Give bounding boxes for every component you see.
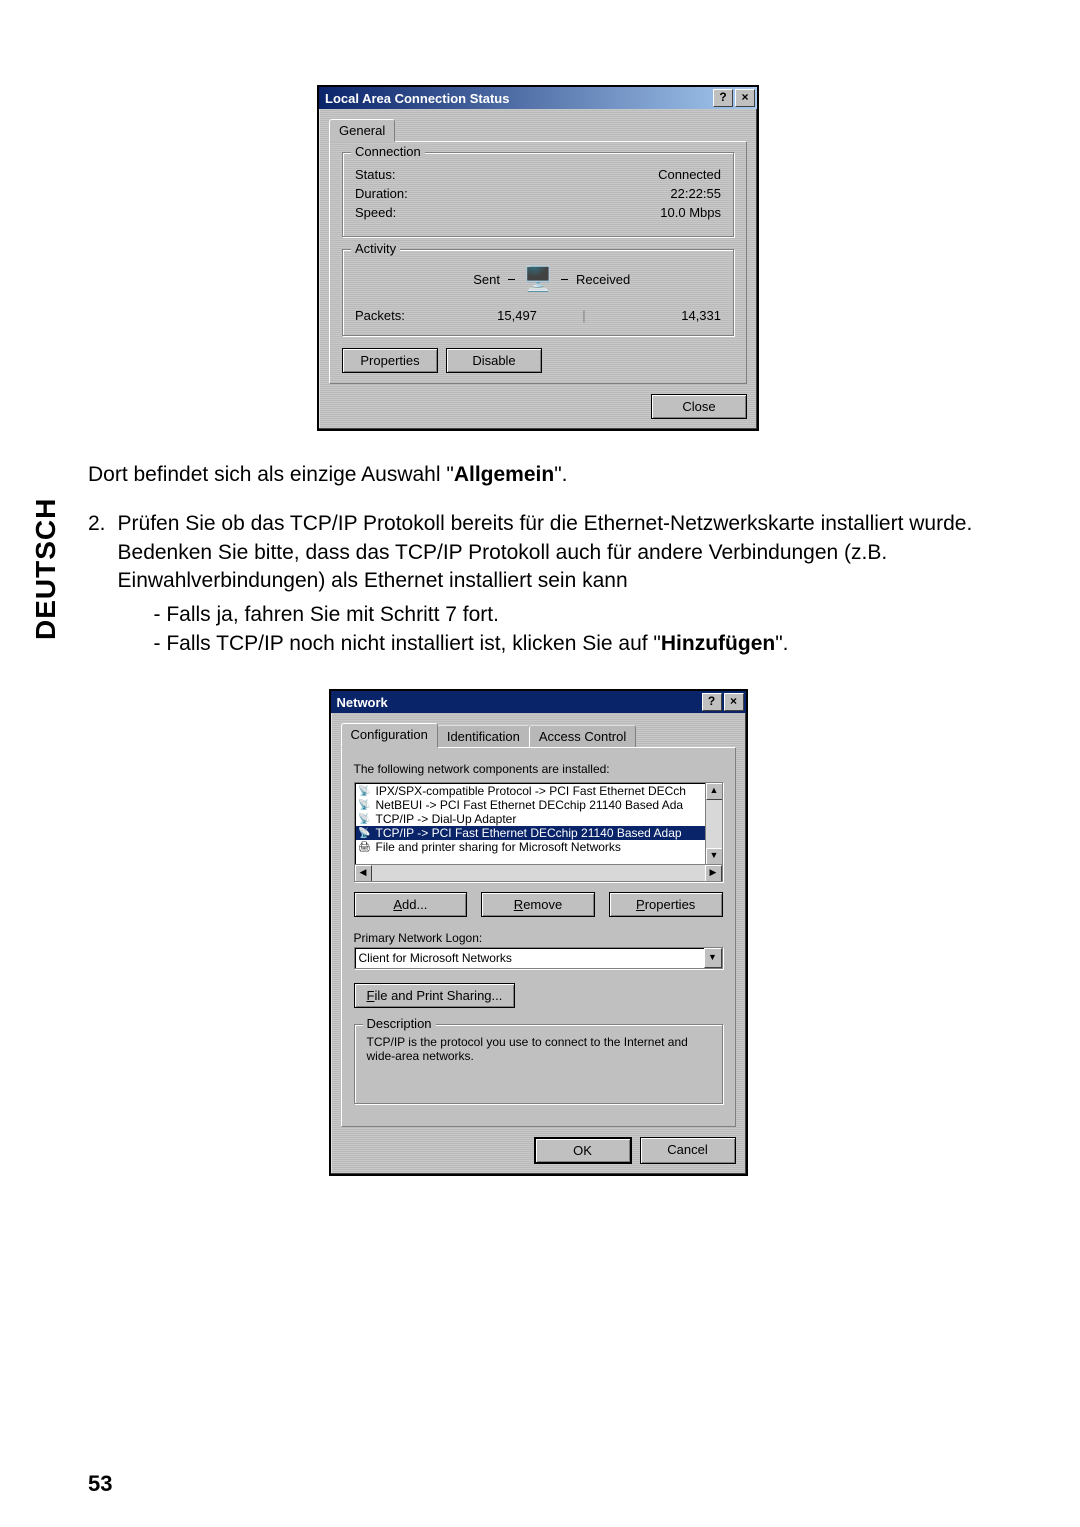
tab-panel: Connection Status: Connected Duration: 22:…: [329, 141, 747, 384]
primary-logon-dropdown[interactable]: Client for Microsoft Networks ▼: [354, 947, 723, 969]
close-icon[interactable]: ×: [735, 89, 755, 107]
components-label: The following network components are ins…: [354, 762, 723, 776]
network-icon: 🖥️: [523, 264, 553, 294]
primary-logon-label: Primary Network Logon:: [354, 931, 723, 945]
list-item-selected[interactable]: 📡TCP/IP -> PCI Fast Ethernet DECchip 211…: [356, 826, 721, 840]
bullet-1: Falls ja, fahren Sie mit Schritt 7 fort.: [154, 601, 988, 629]
tab-identification[interactable]: Identification: [437, 725, 530, 747]
step-2-text: Prüfen Sie ob das TCP/IP Protokoll berei…: [118, 512, 973, 592]
scroll-left-icon[interactable]: ◀: [355, 865, 372, 882]
scroll-right-icon[interactable]: ▶: [705, 865, 722, 882]
vertical-scrollbar[interactable]: ▲ ▼: [705, 783, 722, 865]
speed-value: 10.0 Mbps: [660, 205, 721, 220]
list-step-2: 2. Prüfen Sie ob das TCP/IP Protokoll be…: [88, 510, 988, 679]
group-label: Connection: [351, 144, 425, 159]
protocol-icon: 📡: [358, 784, 372, 798]
list-item[interactable]: 🖨File and printer sharing for Microsoft …: [356, 840, 721, 854]
packets-sent: 15,497: [447, 308, 537, 323]
list-number: 2.: [88, 510, 106, 679]
protocol-icon: 📡: [358, 812, 372, 826]
help-icon[interactable]: ?: [702, 693, 722, 711]
titlebar: Local Area Connection Status ? ×: [319, 87, 757, 109]
activity-group: Activity Sent 🖥️ Received Packets: 15,49…: [342, 249, 734, 336]
status-label: Status:: [355, 167, 395, 182]
remove-button[interactable]: RemoveRemove: [481, 892, 595, 917]
description-text: TCP/IP is the protocol you use to connec…: [367, 1035, 710, 1063]
protocol-icon: 📡: [358, 826, 372, 840]
service-icon: 🖨: [358, 840, 372, 854]
side-language-label: DEUTSCH: [30, 498, 62, 640]
components-list[interactable]: 📡IPX/SPX-compatible Protocol -> PCI Fast…: [354, 782, 723, 882]
speed-label: Speed:: [355, 205, 396, 220]
list-item[interactable]: 📡TCP/IP -> Dial-Up Adapter: [356, 812, 721, 826]
dialog-title: Network: [337, 695, 388, 710]
close-button[interactable]: Close: [651, 394, 747, 419]
tab-panel: The following network components are ins…: [341, 747, 736, 1127]
cancel-button[interactable]: Cancel: [640, 1137, 736, 1164]
ok-button[interactable]: OK: [534, 1137, 632, 1164]
network-dialog: Network ? × Configuration Identification…: [329, 689, 748, 1176]
group-label: Activity: [351, 241, 400, 256]
duration-label: Duration:: [355, 186, 408, 201]
file-print-sharing-button[interactable]: File and Print Sharing...File and Print …: [354, 983, 516, 1008]
dropdown-value: Client for Microsoft Networks: [355, 951, 704, 965]
duration-value: 22:22:55: [670, 186, 721, 201]
chevron-down-icon[interactable]: ▼: [704, 948, 722, 968]
list-item[interactable]: 📡IPX/SPX-compatible Protocol -> PCI Fast…: [356, 784, 721, 798]
status-value: Connected: [658, 167, 721, 182]
tab-general[interactable]: General: [329, 119, 395, 142]
add-button[interactable]: AAdd...dd...: [354, 892, 468, 917]
sent-label: Sent: [430, 272, 500, 287]
disable-button[interactable]: Disable: [446, 348, 542, 373]
connection-status-dialog: Local Area Connection Status ? × General…: [317, 85, 759, 431]
scroll-down-icon[interactable]: ▼: [706, 848, 723, 865]
bullet-2: Falls TCP/IP noch nicht installiert ist,…: [154, 630, 988, 658]
protocol-icon: 📡: [358, 798, 372, 812]
packets-received: 14,331: [631, 308, 721, 323]
tab-configuration[interactable]: Configuration: [341, 723, 438, 748]
close-icon[interactable]: ×: [724, 693, 744, 711]
connection-group: Connection Status:Connected Duration:22:…: [342, 152, 734, 237]
received-label: Received: [576, 272, 646, 287]
properties-button[interactable]: PropertiesProperties: [609, 892, 723, 917]
paragraph-1: Dort befindet sich als einzige Auswahl "…: [88, 461, 988, 489]
titlebar: Network ? ×: [331, 691, 746, 713]
scroll-up-icon[interactable]: ▲: [706, 783, 723, 800]
tab-access-control[interactable]: Access Control: [529, 725, 636, 747]
help-icon[interactable]: ?: [713, 89, 733, 107]
description-group: Description TCP/IP is the protocol you u…: [354, 1024, 723, 1104]
list-item[interactable]: 📡NetBEUI -> PCI Fast Ethernet DECchip 21…: [356, 798, 721, 812]
properties-button[interactable]: Properties: [342, 348, 438, 373]
page-number: 53: [88, 1471, 112, 1497]
group-label: Description: [363, 1016, 436, 1031]
dialog-title: Local Area Connection Status: [325, 91, 509, 106]
horizontal-scrollbar[interactable]: ◀ ▶: [355, 864, 722, 881]
packets-label: Packets:: [355, 308, 405, 323]
